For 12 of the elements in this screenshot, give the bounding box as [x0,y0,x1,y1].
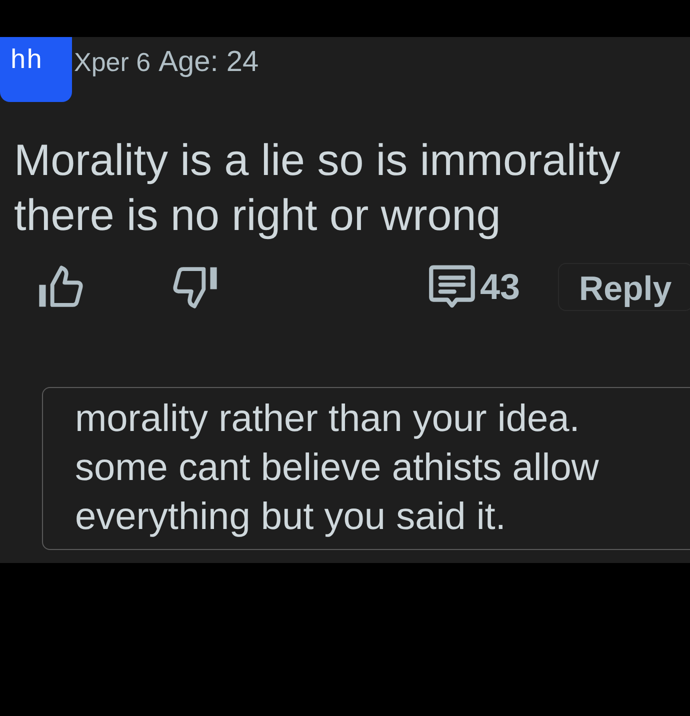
comment-text: Morality is a lie so is immorality there is no right or wrong [13,135,622,242]
like-button[interactable] [37,265,83,309]
avatar[interactable]: hh [0,37,72,102]
comment-icon [428,265,476,309]
comments-button[interactable]: 43 [428,260,520,314]
reply-button[interactable]: Reply [558,263,690,311]
thumbs-down-icon [173,265,219,309]
dislike-button[interactable] [173,265,219,309]
thumbs-up-icon [37,265,83,309]
quoted-text: morality rather than your idea. some cant believe athists allow everything but you said it. [75,397,600,540]
author-level: Xper 6 [74,46,151,79]
author-age: Age: 24 [158,45,259,79]
